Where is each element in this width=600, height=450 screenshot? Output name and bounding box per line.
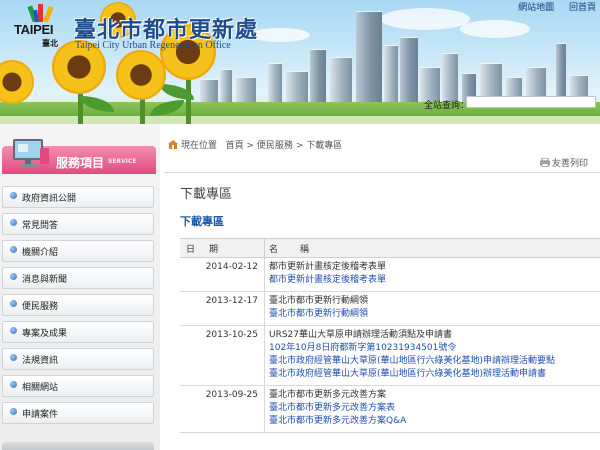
monitor-icon bbox=[13, 139, 49, 167]
row-name-cell: 都市更新計畫核定後稽考表單 都市更新計畫核定後稽考表單 bbox=[264, 257, 600, 292]
sidebar-item-label: 機關介紹 bbox=[22, 248, 59, 258]
sidebar-title: 服務項目 bbox=[56, 156, 105, 170]
search-label: 全站查詢： bbox=[424, 101, 470, 111]
downloads-table: 日期 名稱 2014-02-12 都市更新計畫核定後稽考表單 都市更新計畫核定後… bbox=[180, 238, 600, 433]
sidebar-item-label: 常見問答 bbox=[22, 221, 59, 231]
row-name-cell: 臺北市都市更新行動綱領 臺北市都市更新行動綱領 bbox=[264, 291, 600, 326]
breadcrumb-separator: > bbox=[246, 141, 255, 151]
row-title: 都市更新計畫核定後稽考表單 bbox=[269, 262, 387, 272]
breadcrumb-home[interactable]: 首頁 bbox=[226, 141, 244, 151]
download-link[interactable]: 102年10月8日府都新字第10231934501號令 bbox=[269, 342, 600, 355]
top-links: 網站地圖 回首頁 bbox=[506, 0, 596, 13]
sitemap-link[interactable]: 網站地圖 bbox=[518, 3, 554, 13]
sidebar-item-label: 政府資訊公開 bbox=[22, 194, 77, 204]
download-link[interactable]: 臺北市都市更新多元改善方案Q&A bbox=[269, 415, 600, 428]
sidebar-item-projects[interactable]: 專案及成果 bbox=[2, 321, 154, 343]
download-link[interactable]: 都市更新計畫核定後稽考表單 bbox=[269, 274, 600, 287]
row-title: 臺北市都市更新多元改善方案 bbox=[269, 390, 387, 400]
sidebar-item-label: 法規資訊 bbox=[22, 356, 59, 366]
download-link[interactable]: 臺北市都市更新多元改善方案表 bbox=[269, 402, 600, 415]
row-date: 2014-02-12 bbox=[180, 257, 265, 292]
home-icon bbox=[168, 140, 178, 149]
header-banner: TAIPEI 臺北 臺北市都市更新處 Taipei City Urban Reg… bbox=[0, 0, 600, 124]
printer-icon bbox=[540, 157, 550, 167]
sidebar-title-en: SERVICE bbox=[108, 158, 137, 165]
column-header-date: 日期 bbox=[180, 238, 265, 258]
divider bbox=[164, 172, 600, 173]
table-row: 2014-02-12 都市更新計畫核定後稽考表單 都市更新計畫核定後稽考表單 bbox=[180, 257, 600, 292]
sidebar-item-about[interactable]: 機關介紹 bbox=[2, 240, 154, 262]
row-name-cell: URS27華山大草原申請辦理活動須點及申請書 102年10月8日府都新字第102… bbox=[264, 325, 600, 386]
print-button[interactable]: 友善列印 bbox=[540, 156, 588, 169]
download-link[interactable]: 臺北市政府經管華山大草原(華山地區行六綠美化基地)辦理活動申請書 bbox=[269, 368, 600, 381]
bullet-icon bbox=[10, 219, 17, 226]
bullet-icon bbox=[10, 273, 17, 280]
breadcrumb: 現在位置 首頁 > 便民服務 > 下載專區 bbox=[168, 138, 342, 151]
breadcrumb-separator: > bbox=[295, 141, 304, 151]
sidebar-item-services[interactable]: 便民服務 bbox=[2, 294, 154, 316]
section-title: 下載專區 bbox=[180, 215, 224, 228]
breadcrumb-services[interactable]: 便民服務 bbox=[257, 141, 293, 151]
download-link[interactable]: 臺北市都市更新行動綱領 bbox=[269, 308, 600, 321]
bullet-icon bbox=[10, 327, 17, 334]
home-link[interactable]: 回首頁 bbox=[569, 3, 596, 13]
sidebar-item-gov-info[interactable]: 政府資訊公開 bbox=[2, 186, 154, 208]
bullet-icon bbox=[10, 300, 17, 307]
bullet-icon bbox=[10, 408, 17, 415]
bullet-icon bbox=[10, 246, 17, 253]
table-header-row: 日期 名稱 bbox=[180, 238, 600, 258]
print-label: 友善列印 bbox=[552, 159, 589, 169]
row-title: URS27華山大草原申請辦理活動須點及申請書 bbox=[269, 330, 453, 340]
row-date: 2013-09-25 bbox=[180, 385, 265, 433]
table-row: 2013-09-25 臺北市都市更新多元改善方案 臺北市都市更新多元改善方案表 … bbox=[180, 385, 600, 433]
sidebar-item-faq[interactable]: 常見問答 bbox=[2, 213, 154, 235]
sidebar-item-label: 消息與新聞 bbox=[22, 275, 68, 285]
row-name-cell: 臺北市都市更新多元改善方案 臺北市都市更新多元改善方案表 臺北市都市更新多元改善… bbox=[264, 385, 600, 433]
sidebar-menu: 政府資訊公開 常見問答 機關介紹 消息與新聞 便民服務 專案及成果 法規資訊 相… bbox=[2, 186, 154, 429]
sidebar-item-news[interactable]: 消息與新聞 bbox=[2, 267, 154, 289]
table-row: 2013-12-17 臺北市都市更新行動綱領 臺北市都市更新行動綱領 bbox=[180, 291, 600, 326]
sidebar-item-applications[interactable]: 申請案件 bbox=[2, 402, 154, 424]
search-input[interactable] bbox=[466, 96, 596, 108]
logo-text: TAIPEI bbox=[14, 22, 54, 37]
breadcrumb-downloads[interactable]: 下載專區 bbox=[306, 141, 342, 151]
page-title: 下載專區 bbox=[180, 187, 233, 202]
column-header-name: 名稱 bbox=[264, 238, 600, 258]
sidebar-item-label: 專案及成果 bbox=[22, 329, 68, 339]
sidebar-item-label: 申請案件 bbox=[22, 410, 59, 420]
sidebar: 服務項目 SERVICE 政府資訊公開 常見問答 機關介紹 消息與新聞 便民服務… bbox=[0, 124, 160, 450]
sidebar-item-label: 相關網站 bbox=[22, 383, 59, 393]
sidebar-bottom-box bbox=[2, 442, 154, 450]
bullet-icon bbox=[10, 192, 17, 199]
row-date: 2013-10-25 bbox=[180, 325, 265, 386]
table-row: 2013-10-25 URS27華山大草原申請辦理活動須點及申請書 102年10… bbox=[180, 325, 600, 386]
sidebar-item-regulations[interactable]: 法規資訊 bbox=[2, 348, 154, 370]
site-subtitle: Taipei City Urban Regeneration Office bbox=[75, 40, 231, 51]
breadcrumb-current-label: 現在位置 bbox=[181, 141, 218, 151]
row-title: 臺北市都市更新行動綱領 bbox=[269, 296, 369, 306]
row-date: 2013-12-17 bbox=[180, 291, 265, 326]
bullet-icon bbox=[10, 354, 17, 361]
bullet-icon bbox=[10, 381, 17, 388]
sidebar-item-label: 便民服務 bbox=[22, 302, 59, 312]
main-content: 現在位置 首頁 > 便民服務 > 下載專區 友善列印 下載專區 下載專區 日期 … bbox=[164, 124, 600, 450]
sidebar-item-related-sites[interactable]: 相關網站 bbox=[2, 375, 154, 397]
logo-sub: 臺北 bbox=[42, 39, 58, 48]
download-link[interactable]: 臺北市政府經管華山大草原(華山地區行六綠美化基地)申請辦理活動要點 bbox=[269, 355, 600, 368]
